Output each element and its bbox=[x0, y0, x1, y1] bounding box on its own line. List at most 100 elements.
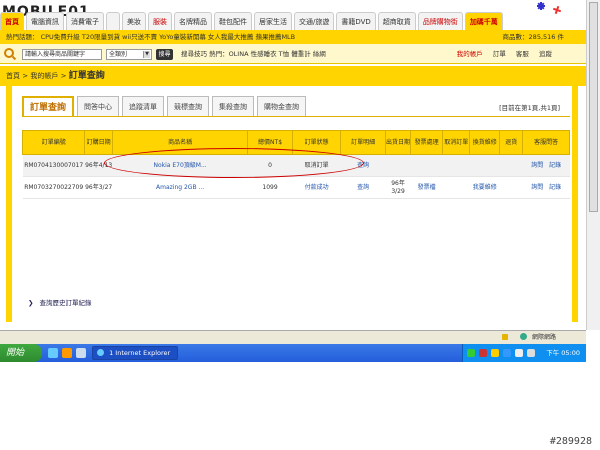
nav-tab-bonus[interactable]: 加碼千萬 bbox=[464, 12, 503, 30]
col-invoice: 發票處理 bbox=[410, 130, 443, 155]
account-links: 我的帳戶 訂單 客服 追蹤 bbox=[449, 49, 552, 60]
tray-network-icon[interactable] bbox=[515, 349, 523, 357]
breadcrumb: 首頁 > 我的帳戶 > 訂單查詢 bbox=[6, 66, 105, 86]
system-tray: 下午 05:00 bbox=[462, 344, 586, 362]
tab-order-query[interactable]: 訂單查詢 bbox=[22, 96, 75, 116]
tab-qa-center[interactable]: 問答中心 bbox=[77, 96, 120, 116]
customer-service-link[interactable]: 客服 bbox=[516, 50, 529, 58]
col-return: 退貨 bbox=[499, 130, 524, 155]
col-product-name: 商品名稱 bbox=[111, 130, 249, 155]
col-order-no: 訂單編號 bbox=[21, 130, 86, 155]
windows-taskbar: 開始 1 Internet Explorer 下午 05:00 bbox=[0, 344, 586, 362]
detail-query-link[interactable]: 查詢 bbox=[340, 176, 386, 199]
breadcrumb-home[interactable]: 首頁 bbox=[6, 72, 20, 80]
breadcrumb-account[interactable]: 我的帳戶 bbox=[30, 72, 58, 80]
nav-tab-home[interactable]: 首頁 bbox=[0, 12, 24, 30]
tab-shopping-credit[interactable]: 購物金查詢 bbox=[257, 96, 307, 116]
col-ask: 客服問答 bbox=[522, 130, 570, 155]
order-history-label: 查詢歷史訂單紀錄 bbox=[39, 299, 92, 307]
watermark: #289928 bbox=[549, 436, 592, 447]
order-no: RM0704130007017 bbox=[22, 154, 85, 177]
product-link[interactable]: Nokia E70頂級M... bbox=[112, 154, 248, 177]
browser-status-bar: 網際網路 bbox=[0, 330, 586, 344]
nav-tab-home-living[interactable]: 居家生活 bbox=[254, 12, 292, 30]
record-link[interactable]: 記錄 bbox=[549, 184, 561, 191]
tray-app-icon[interactable] bbox=[467, 349, 475, 357]
table-row: RM0704130007017 96年4/13 Nokia E70頂級M... … bbox=[22, 154, 570, 177]
status-zone: 網際網路 bbox=[502, 333, 556, 343]
tray-app-icon[interactable] bbox=[503, 349, 511, 357]
nav-tab-store-pickup[interactable]: 超商取貨 bbox=[377, 12, 416, 30]
category-nav: 首頁 電腦資訊 消費電子 美妝 服裝 名牌精品 鞋包配件 居家生活 交通/旅遊 … bbox=[0, 12, 505, 30]
taskbar-clock: 下午 05:00 bbox=[546, 349, 580, 357]
tray-app-icon[interactable] bbox=[479, 349, 487, 357]
quicklaunch-media-icon[interactable] bbox=[62, 348, 72, 358]
repair-link[interactable]: 我要維修 bbox=[469, 176, 500, 199]
quicklaunch-ie-icon[interactable] bbox=[48, 348, 58, 358]
taskbar-ie-window[interactable]: 1 Internet Explorer bbox=[92, 346, 178, 360]
tab-bid-query[interactable]: 競標查詢 bbox=[167, 96, 210, 116]
product-count: 商品數：285,516 件 bbox=[502, 33, 564, 41]
col-exchange: 換貨維修 bbox=[469, 130, 501, 155]
order-history-link[interactable]: ❯ 查詢歷史訂單紀錄 bbox=[28, 297, 92, 307]
nav-tab-books[interactable]: 書籍DVD bbox=[336, 12, 376, 30]
order-date: 96年4/13 bbox=[84, 154, 113, 177]
tab-group-buy-query[interactable]: 集殺查詢 bbox=[212, 96, 255, 116]
account-tabs: 訂單查詢 問答中心 追蹤清單 競標查詢 集殺查詢 購物金查詢 bbox=[22, 96, 309, 116]
record-link[interactable]: 記錄 bbox=[549, 162, 561, 169]
return-cell bbox=[499, 154, 523, 177]
detail-query-link[interactable]: 查詢 bbox=[340, 154, 386, 177]
search-button[interactable]: 搜尋 bbox=[156, 49, 173, 60]
tab-watchlist[interactable]: 追蹤清單 bbox=[122, 96, 165, 116]
ship-date bbox=[385, 154, 411, 177]
hot-topics-bar: 熱門話題： CPU免費升級 T20限量到貨 wii只送不賣 YoYo童裝新開幕 … bbox=[0, 30, 586, 44]
ship-date: 96年3/29 bbox=[385, 176, 411, 199]
orders-link[interactable]: 訂單 bbox=[493, 50, 506, 58]
order-no: RM0703270022709 bbox=[22, 176, 85, 199]
scrollbar-thumb[interactable] bbox=[589, 2, 598, 212]
nav-tab-computers[interactable]: 電腦資訊 bbox=[26, 12, 64, 30]
tray-volume-icon[interactable] bbox=[527, 349, 535, 357]
vertical-scrollbar[interactable] bbox=[586, 0, 600, 330]
order-status: 取消訂單 bbox=[292, 154, 341, 177]
search-tips[interactable]: 搜尋技巧 熱門：OLINA 性感睡衣 T恤 體重計 絲網 bbox=[181, 49, 326, 60]
tracking-link[interactable]: 追蹤 bbox=[539, 50, 552, 58]
nav-tab-luxury[interactable]: 名牌精品 bbox=[174, 12, 212, 30]
breadcrumb-bar: 首頁 > 我的帳戶 > 訂單查詢 bbox=[0, 66, 586, 86]
quicklaunch-desktop-icon[interactable] bbox=[76, 348, 86, 358]
cancel-cell bbox=[442, 154, 470, 177]
site-header: MOBILE01 首頁 電腦資訊 消費電子 美妝 服裝 名牌精品 鞋包配件 居家… bbox=[0, 0, 586, 30]
nav-tab-beauty[interactable]: 美妝 bbox=[122, 12, 146, 30]
product-link[interactable]: Amazing 2GB ... bbox=[112, 176, 248, 199]
col-status: 訂單狀態 bbox=[291, 130, 342, 155]
hot-topics-text[interactable]: 熱門話題： CPU免費升級 T20限量到貨 wii只送不賣 YoYo童裝新開幕 … bbox=[6, 33, 295, 41]
nav-tab-brand-street[interactable]: 品牌購物街 bbox=[417, 12, 463, 30]
breadcrumb-sep: > bbox=[22, 72, 29, 80]
nav-tab-travel[interactable]: 交通/旅遊 bbox=[294, 12, 335, 30]
col-cancel: 取消訂單 bbox=[441, 130, 471, 155]
tray-app-icon[interactable] bbox=[491, 349, 499, 357]
order-total: 1099 bbox=[247, 176, 293, 199]
orders-table: 訂單編號 訂購日期 商品名稱 總價NT$ 訂單狀態 訂單明細 出貨日期 發票處理… bbox=[21, 130, 570, 199]
ask-link[interactable]: 詢問 bbox=[531, 162, 543, 169]
taskbar-item-label: 1 Internet Explorer bbox=[109, 349, 171, 357]
return-cell bbox=[499, 176, 523, 199]
col-order-date: 訂購日期 bbox=[84, 130, 113, 155]
category-select[interactable]: 全類別 ▼ bbox=[106, 49, 152, 60]
order-content: 訂單查詢 問答中心 追蹤清單 競標查詢 集殺查詢 購物金查詢 [目前在第1頁,共… bbox=[6, 86, 578, 322]
nav-tab-unlabeled[interactable] bbox=[106, 12, 120, 30]
browser-page: MOBILE01 首頁 電腦資訊 消費電子 美妝 服裝 名牌精品 鞋包配件 居家… bbox=[0, 0, 600, 450]
search-bar: 請輸入搜尋商品關鍵字 全類別 ▼ 搜尋 搜尋技巧 熱門：OLINA 性感睡衣 T… bbox=[0, 44, 586, 64]
fireworks-decoration-icon bbox=[532, 0, 568, 20]
start-button[interactable]: 開始 bbox=[0, 344, 42, 362]
my-account-link[interactable]: 我的帳戶 bbox=[457, 50, 483, 58]
nav-tab-shoes-bags[interactable]: 鞋包配件 bbox=[214, 12, 252, 30]
nav-tab-electronics[interactable]: 消費電子 bbox=[66, 12, 104, 30]
search-input[interactable]: 請輸入搜尋商品關鍵字 bbox=[22, 49, 102, 60]
nav-tab-apparel[interactable]: 服裝 bbox=[148, 12, 172, 30]
exchange-cell bbox=[469, 154, 500, 177]
service-cell: 詢問 記錄 bbox=[522, 176, 570, 199]
invoice-link[interactable]: 發票檔 bbox=[410, 176, 443, 199]
ask-link[interactable]: 詢問 bbox=[531, 184, 543, 191]
zone-label: 網際網路 bbox=[531, 334, 556, 341]
